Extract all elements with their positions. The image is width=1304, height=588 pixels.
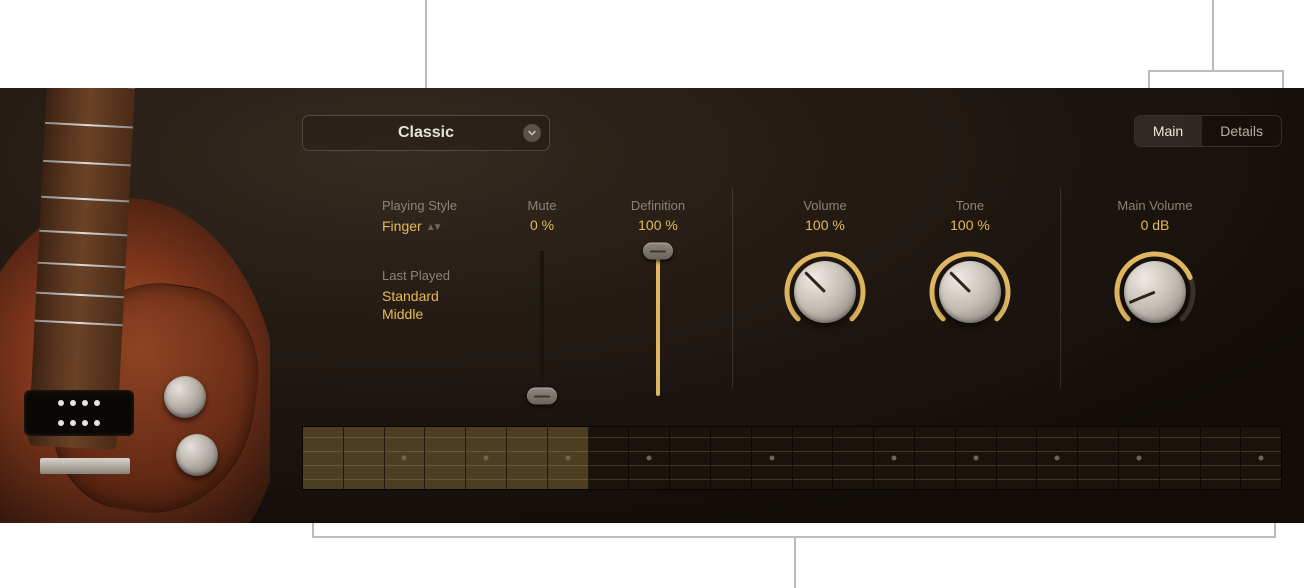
callout-line-bottom-h: [312, 536, 1276, 538]
main-volume-label: Main Volume: [1090, 198, 1220, 213]
main-volume-knob-group: Main Volume 0 dB: [1090, 198, 1220, 333]
fret-column[interactable]: [1037, 427, 1078, 489]
fret-column[interactable]: [629, 427, 670, 489]
last-played-value-2: Middle: [382, 306, 450, 322]
fret-column[interactable]: [589, 427, 630, 489]
fret-column[interactable]: [466, 427, 507, 489]
callout-line-top-tabs-v: [1212, 0, 1214, 70]
volume-knob[interactable]: [784, 251, 866, 333]
tone-knob[interactable]: [929, 251, 1011, 333]
divider: [1060, 188, 1061, 388]
tab-main[interactable]: Main: [1135, 116, 1201, 146]
fret-column[interactable]: [344, 427, 385, 489]
fret-column[interactable]: [425, 427, 466, 489]
fret-marker-dot: [769, 456, 774, 461]
tab-details[interactable]: Details: [1201, 116, 1281, 146]
last-played-value-1: Standard: [382, 288, 450, 304]
fret-marker-dot: [647, 456, 652, 461]
fret-column[interactable]: [711, 427, 752, 489]
view-tabs: Main Details: [1134, 115, 1282, 147]
playing-style-control[interactable]: Playing Style Finger▲▼: [382, 198, 457, 234]
playing-style-value: Finger▲▼: [382, 218, 457, 234]
fret-marker-dot: [1136, 456, 1141, 461]
fret-column[interactable]: [752, 427, 793, 489]
fret-column[interactable]: [997, 427, 1038, 489]
fret-marker-dot: [484, 456, 489, 461]
fret-marker-dot: [892, 456, 897, 461]
fret-column[interactable]: [670, 427, 711, 489]
definition-label: Definition: [608, 198, 708, 213]
mute-slider[interactable]: [540, 251, 544, 396]
volume-knob-group: Volume 100 %: [760, 198, 890, 333]
callout-line-top-tabs-h: [1148, 70, 1284, 72]
playing-style-label: Playing Style: [382, 198, 457, 213]
volume-label: Volume: [760, 198, 890, 213]
stepper-icon: ▲▼: [426, 222, 440, 233]
tone-label: Tone: [905, 198, 1035, 213]
instrument-image: [0, 88, 270, 523]
mute-label: Mute: [492, 198, 592, 213]
main-volume-value: 0 dB: [1090, 217, 1220, 233]
divider: [732, 188, 733, 388]
slider-thumb[interactable]: [527, 388, 557, 405]
fret-column[interactable]: [548, 427, 589, 489]
chevron-down-icon: [523, 124, 541, 142]
definition-slider-group: Definition 100 %: [608, 198, 708, 396]
fret-column[interactable]: [1078, 427, 1119, 489]
fret-column[interactable]: [385, 427, 426, 489]
preset-label: Classic: [398, 124, 454, 142]
last-played-readout: Last Played Standard Middle: [382, 268, 450, 322]
callout-line-bottom-v: [794, 536, 796, 588]
definition-value: 100 %: [608, 217, 708, 233]
callout-line-top-preset: [425, 0, 427, 100]
fret-column[interactable]: [793, 427, 834, 489]
fret-marker-dot: [1055, 456, 1060, 461]
fret-column[interactable]: [1119, 427, 1160, 489]
volume-value: 100 %: [760, 217, 890, 233]
mute-slider-group: Mute 0 %: [492, 198, 592, 396]
fret-marker-dot: [1259, 456, 1264, 461]
fret-column[interactable]: [1241, 427, 1281, 489]
main-volume-knob[interactable]: [1114, 251, 1196, 333]
fret-marker-dot: [565, 456, 570, 461]
fret-column[interactable]: [874, 427, 915, 489]
tone-value: 100 %: [905, 217, 1035, 233]
fret-column[interactable]: [956, 427, 997, 489]
fret-column[interactable]: [833, 427, 874, 489]
fretboard-display[interactable]: [302, 426, 1282, 490]
fret-column[interactable]: [507, 427, 548, 489]
preset-dropdown[interactable]: Classic: [302, 115, 550, 151]
fret-column[interactable]: [303, 427, 344, 489]
fret-marker-dot: [402, 456, 407, 461]
last-played-label: Last Played: [382, 268, 450, 283]
fret-column[interactable]: [1160, 427, 1201, 489]
tone-knob-group: Tone 100 %: [905, 198, 1035, 333]
fret-column[interactable]: [1201, 427, 1242, 489]
mute-value: 0 %: [492, 217, 592, 233]
instrument-panel: Classic Main Details Playing Style Finge…: [0, 88, 1304, 523]
fret-column[interactable]: [915, 427, 956, 489]
definition-slider[interactable]: [656, 251, 660, 396]
fret-marker-dot: [973, 456, 978, 461]
slider-thumb[interactable]: [643, 243, 673, 260]
